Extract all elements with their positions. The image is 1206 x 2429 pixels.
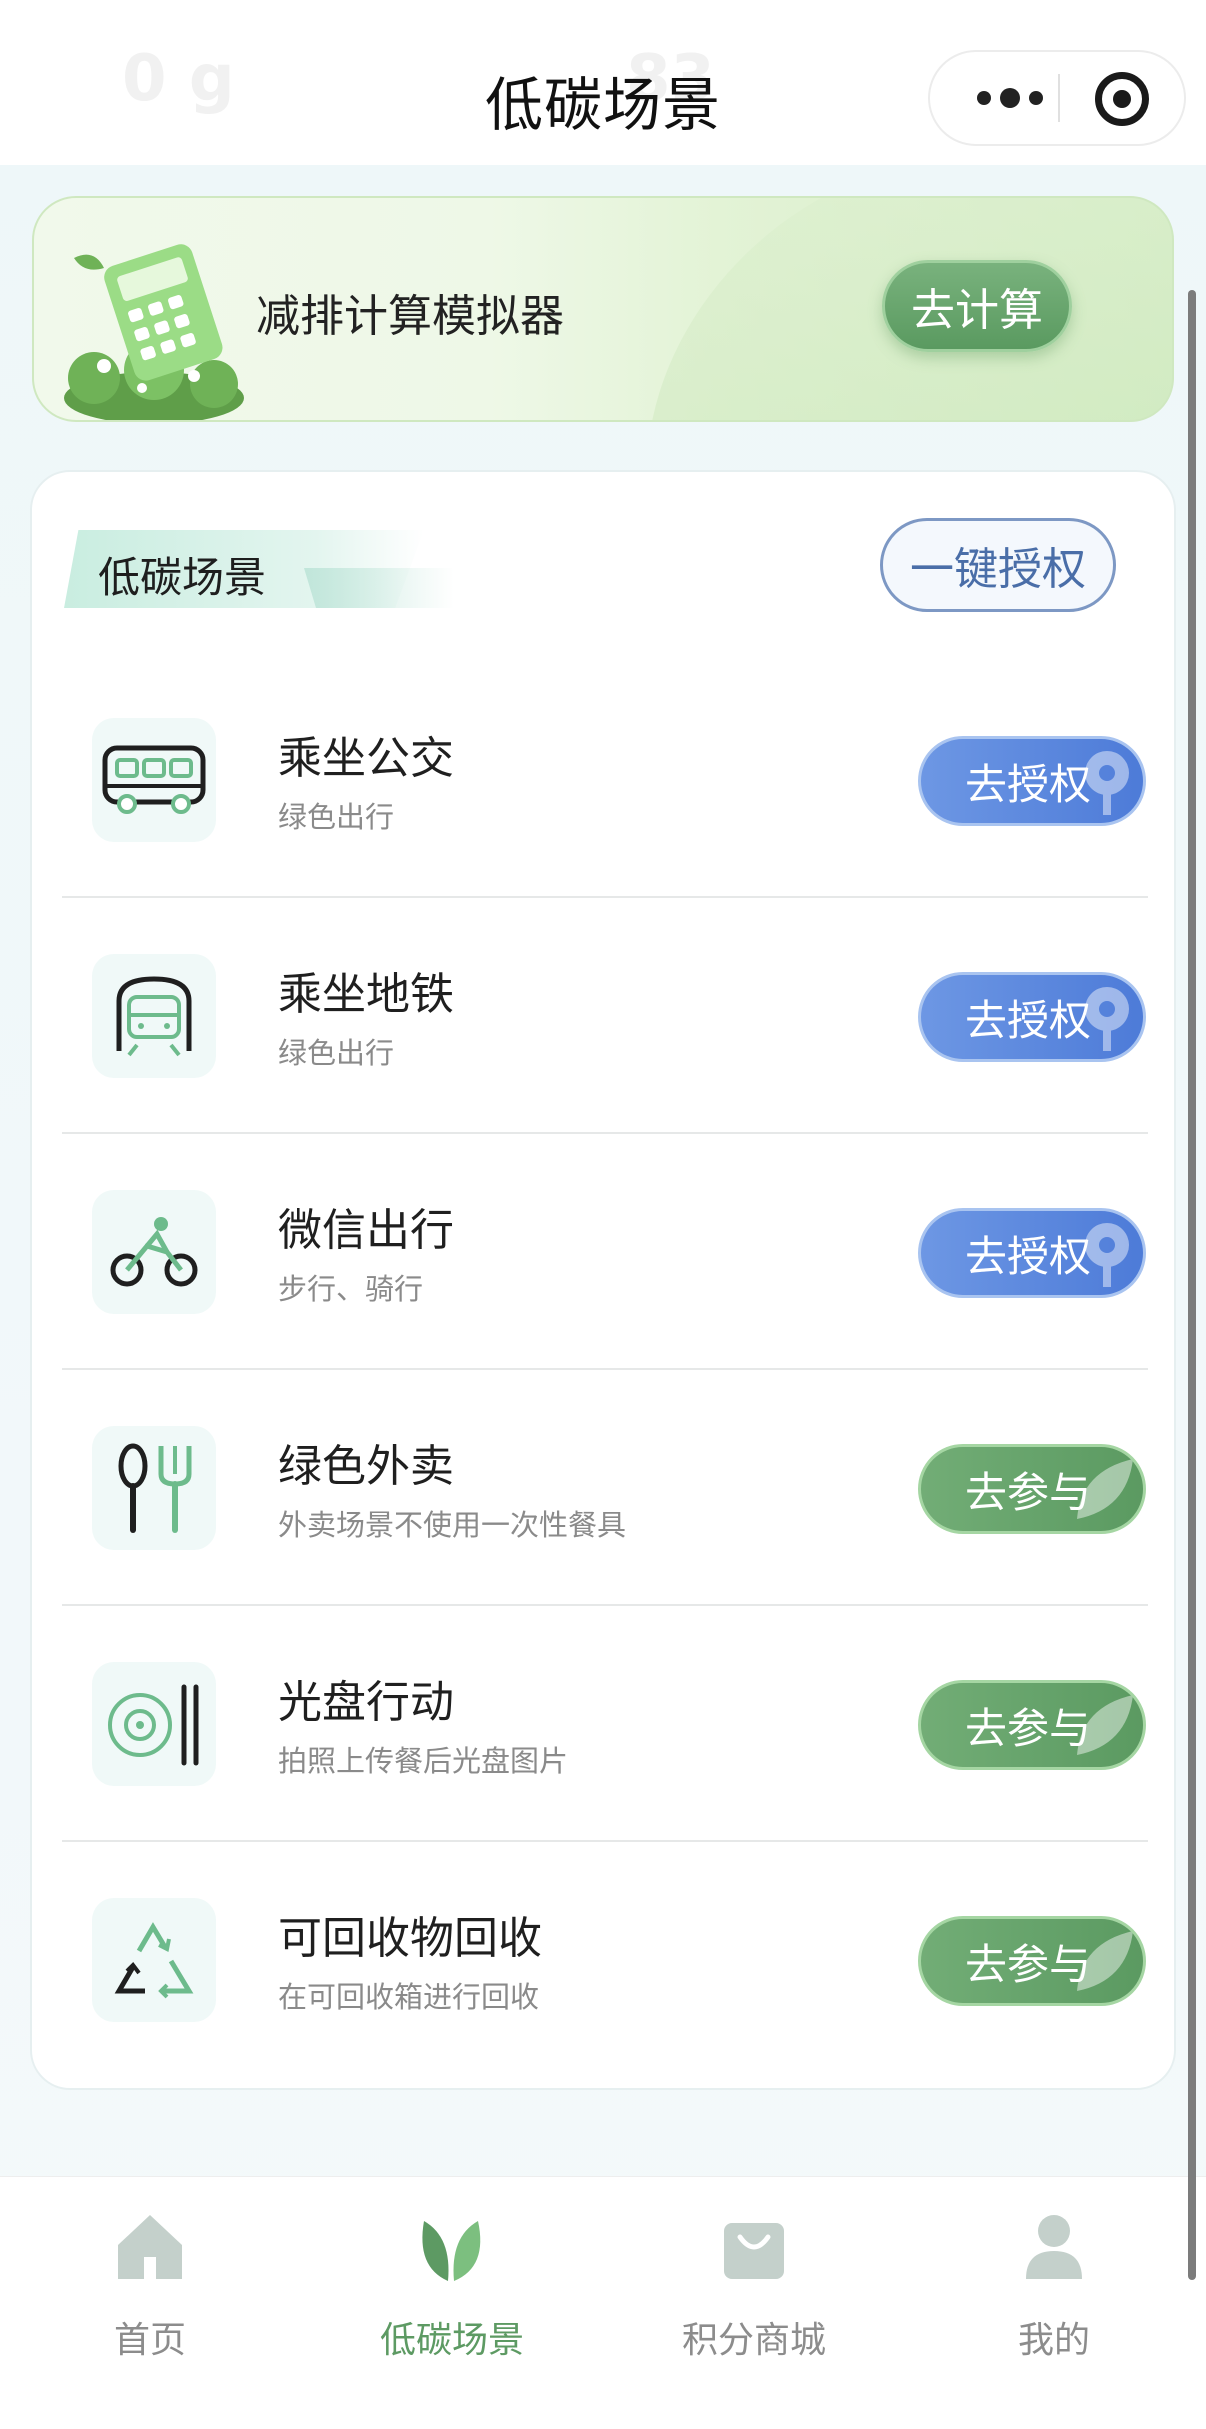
scene-row-recycling: 可回收物回收 在可回收箱进行回收 去参与	[62, 1842, 1148, 2078]
vertical-scrollbar[interactable]	[1188, 290, 1196, 2280]
tab-label: 积分商城	[681, 2320, 826, 2361]
scene-list-card: 低碳场景 一键授权 乘坐公交 绿色出行 去授权 乘坐地铁 绿色出行 去授权 微信…	[30, 470, 1176, 2090]
mini-program-capsule	[928, 50, 1186, 146]
join-button[interactable]: 去参与	[918, 1916, 1146, 2006]
tab-home[interactable]: 首页	[0, 2207, 300, 2407]
calculator-banner[interactable]: 减排计算模拟器 去计算	[32, 196, 1174, 422]
go-calculate-button[interactable]: 去计算	[882, 260, 1072, 352]
tab-mine[interactable]: 我的	[904, 2207, 1204, 2407]
scene-subtitle: 拍照上传餐后光盘图片	[278, 1744, 569, 1778]
scene-title: 绿色外卖	[278, 1441, 454, 1492]
shopping-bag-icon	[724, 2223, 784, 2279]
bottom-tab-bar: 首页 低碳场景 积分商城 我的	[0, 2176, 1206, 2429]
section-header: 低碳场景	[64, 530, 454, 608]
scene-title: 乘坐地铁	[278, 969, 454, 1020]
tab-points-mall[interactable]: 积分商城	[604, 2207, 904, 2407]
scene-title: 可回收物回收	[278, 1913, 542, 1964]
scene-subtitle: 在可回收箱进行回收	[278, 1980, 540, 2014]
capsule-divider	[1058, 74, 1060, 122]
join-button[interactable]: 去参与	[918, 1680, 1146, 1770]
top-nav-bar: 0 g 83 低碳场景	[0, 0, 1206, 165]
authorize-button-label: 去授权	[965, 995, 1092, 1045]
more-dots-icon[interactable]	[962, 52, 1058, 144]
scene-title: 光盘行动	[278, 1677, 454, 1728]
scene-subtitle: 绿色出行	[278, 800, 395, 834]
section-tag-accent	[304, 568, 454, 608]
section-title: 低碳场景	[98, 553, 267, 602]
tab-label: 首页	[113, 2320, 186, 2361]
metro-icon	[92, 954, 216, 1078]
bus-icon	[92, 718, 216, 842]
leaf-icon	[422, 2221, 481, 2281]
plate-chopsticks-icon	[92, 1662, 216, 1786]
target-icon[interactable]	[1095, 72, 1149, 126]
recycle-icon	[92, 1898, 216, 2022]
scene-row-green-takeout: 绿色外卖 外卖场景不使用一次性餐具 去参与	[62, 1370, 1148, 1606]
authorize-button[interactable]: 去授权	[918, 972, 1146, 1062]
calculator-illustration-icon	[64, 244, 244, 420]
tab-label: 我的	[1017, 2320, 1090, 2361]
scene-subtitle: 步行、骑行	[278, 1272, 424, 1306]
scene-subtitle: 外卖场景不使用一次性餐具	[278, 1508, 627, 1542]
join-button-label: 去参与	[965, 1467, 1092, 1517]
join-button-label: 去参与	[965, 1939, 1092, 1989]
spoon-fork-icon	[92, 1426, 216, 1550]
tab-low-carbon[interactable]: 低碳场景	[302, 2207, 602, 2407]
scene-row-clean-plate: 光盘行动 拍照上传餐后光盘图片 去参与	[62, 1606, 1148, 1842]
authorize-all-button[interactable]: 一键授权	[880, 518, 1116, 612]
join-button-label: 去参与	[965, 1703, 1092, 1753]
authorize-button[interactable]: 去授权	[918, 1208, 1146, 1298]
scene-row-metro: 乘坐地铁 绿色出行 去授权	[62, 898, 1148, 1134]
join-button[interactable]: 去参与	[918, 1444, 1146, 1534]
authorize-button[interactable]: 去授权	[918, 736, 1146, 826]
banner-title: 减排计算模拟器	[256, 291, 564, 342]
authorize-button-label: 去授权	[965, 1231, 1092, 1281]
scene-title: 微信出行	[278, 1205, 454, 1256]
scene-row-bus: 乘坐公交 绿色出行 去授权	[62, 662, 1148, 898]
page: 0 g 83 低碳场景 减排计算模拟器 去计算 低碳场景 一键授权 乘坐公交 绿…	[0, 0, 1206, 2429]
authorize-button-label: 去授权	[965, 759, 1092, 809]
scene-row-wechat-travel: 微信出行 步行、骑行 去授权	[62, 1134, 1148, 1370]
user-icon	[1026, 2215, 1082, 2279]
bicycle-icon	[92, 1190, 216, 1314]
home-icon	[118, 2215, 182, 2279]
scene-subtitle: 绿色出行	[278, 1036, 395, 1070]
scene-title: 乘坐公交	[278, 733, 454, 784]
tab-label: 低碳场景	[379, 2320, 524, 2361]
